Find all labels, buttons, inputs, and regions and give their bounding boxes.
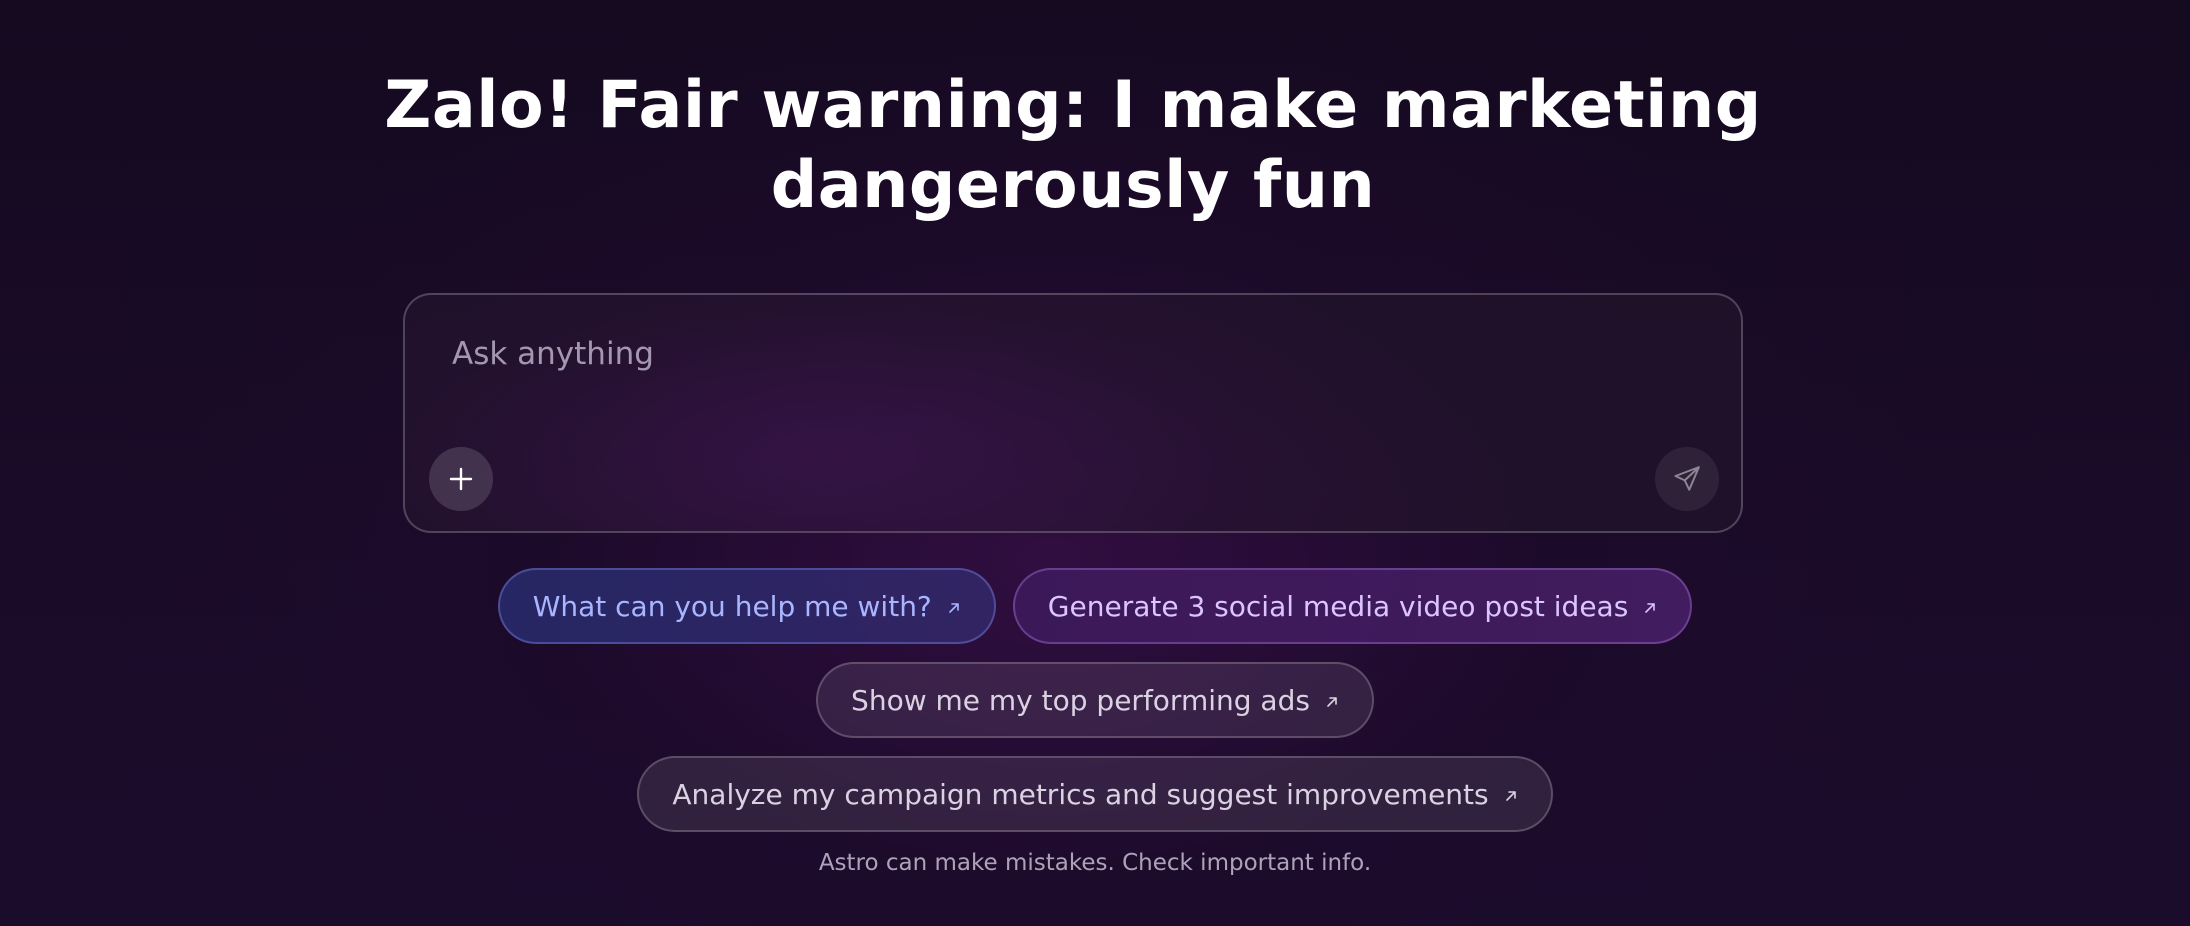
suggestion-chip-campaign-metrics[interactable]: Analyze my campaign metrics and suggest … bbox=[637, 756, 1553, 832]
suggestion-chip-video-ideas[interactable]: Generate 3 social media video post ideas bbox=[1012, 568, 1693, 644]
disclaimer-text: Astro can make mistakes. Check important… bbox=[818, 850, 1372, 876]
plus-icon bbox=[449, 467, 473, 491]
page-title-line-1: Zalo! Fair warning: I make marketing bbox=[384, 68, 1762, 143]
page-title: Zalo! Fair warning: I make marketing dan… bbox=[303, 66, 1843, 226]
arrow-up-right-icon bbox=[948, 603, 959, 613]
suggestion-row-2: Show me my top performing ads bbox=[0, 662, 2190, 738]
send-button[interactable] bbox=[1655, 447, 1719, 511]
arrow-up-right-icon bbox=[1327, 697, 1337, 707]
suggestion-label: What can you help me with? bbox=[532, 589, 932, 623]
suggestion-label: Generate 3 social media video post ideas bbox=[1047, 589, 1629, 623]
suggestion-chip-help[interactable]: What can you help me with? bbox=[497, 568, 996, 644]
arrow-up-right-icon bbox=[1505, 791, 1516, 801]
suggestion-label: Show me my top performing ads bbox=[851, 683, 1310, 717]
chat-landing: Zalo! Fair warning: I make marketing dan… bbox=[0, 0, 2190, 926]
send-icon bbox=[1674, 466, 1700, 491]
attach-button[interactable] bbox=[429, 447, 493, 511]
suggestion-row-3: Analyze my campaign metrics and suggest … bbox=[0, 756, 2190, 832]
arrow-up-right-icon bbox=[1645, 603, 1656, 613]
chat-input[interactable] bbox=[452, 331, 1652, 377]
page-title-line-2: dangerously fun bbox=[770, 148, 1376, 223]
suggestion-row-1: What can you help me with? Generate 3 so… bbox=[0, 568, 2190, 644]
suggestion-chip-top-ads[interactable]: Show me my top performing ads bbox=[816, 662, 1374, 738]
chat-composer bbox=[403, 293, 1743, 533]
suggestion-label: Analyze my campaign metrics and suggest … bbox=[672, 777, 1489, 811]
